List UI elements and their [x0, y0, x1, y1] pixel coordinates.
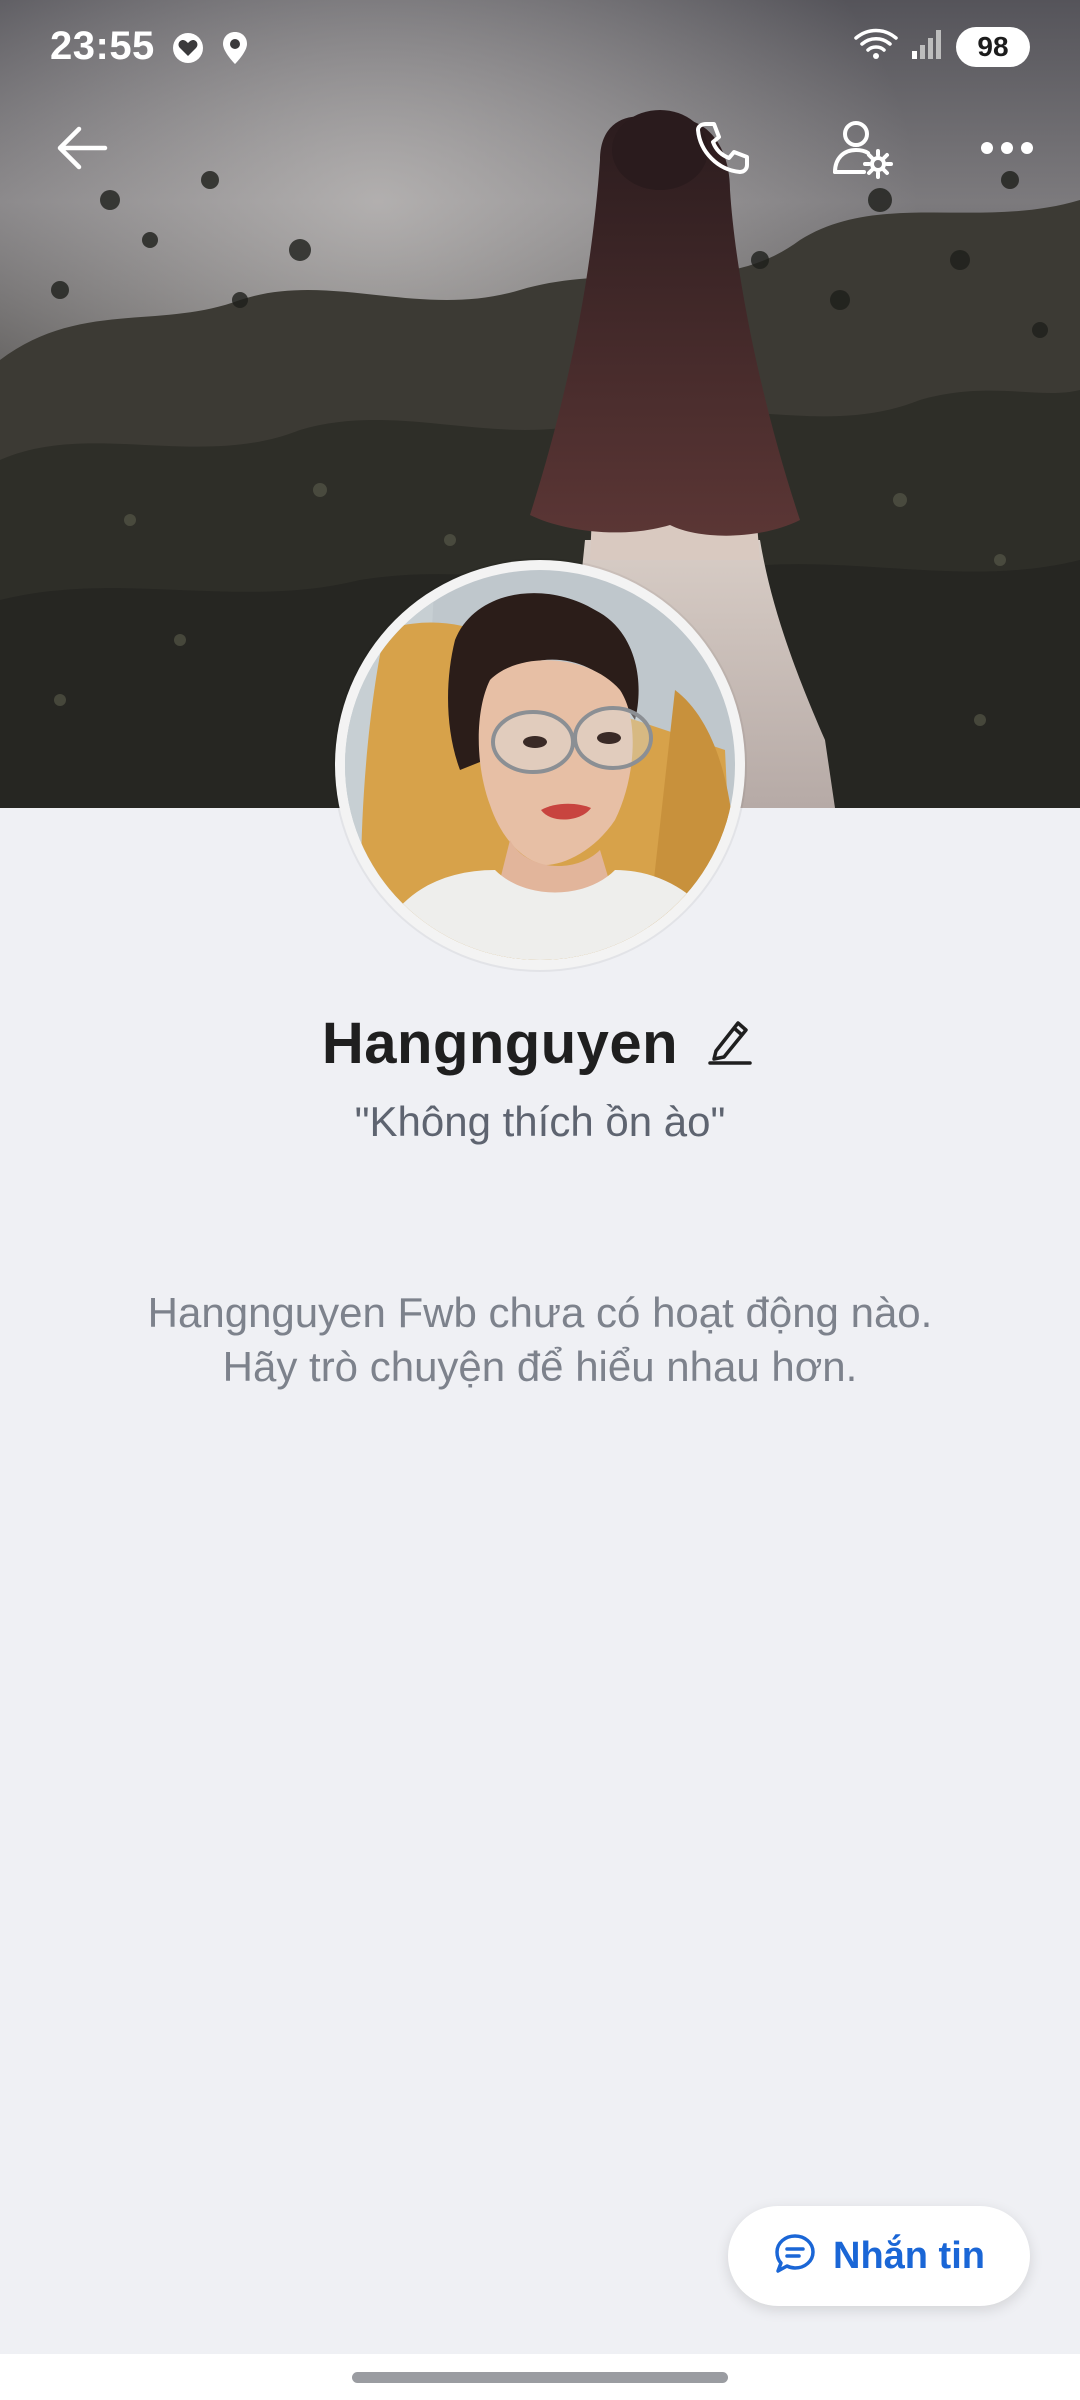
system-nav-bar [0, 2354, 1080, 2400]
profile-name-row: Hangnguyen [0, 1010, 1080, 1077]
pencil-icon [708, 1017, 752, 1070]
heart-notification-icon [170, 30, 206, 71]
avatar[interactable] [335, 560, 745, 970]
back-arrow-icon [53, 119, 111, 182]
back-button[interactable] [42, 110, 122, 190]
battery-indicator: 98 [956, 26, 1030, 67]
profile-name: Hangnguyen [321, 1011, 679, 1076]
avatar-photo [345, 570, 735, 960]
chat-bubble-icon [773, 2232, 817, 2281]
more-dots-icon [979, 138, 1035, 163]
status-time: 23:55 [50, 24, 155, 68]
empty-activity-message: Hangnguyen Fwb chưa có hoạt động nào. Hã… [60, 1286, 1020, 1394]
status-left-icons [170, 30, 250, 71]
profile-screen: 23:55 98 Hangnguyen "Không thích ồn ào" … [0, 0, 1080, 2400]
empty-message-line-2: Hãy trò chuyện để hiểu nhau hơn. [222, 1343, 858, 1390]
wifi-icon [854, 26, 898, 67]
profile-status-text: "Không thích ồn ào" [354, 1098, 726, 1145]
status-bar: 23:55 98 [0, 0, 1080, 100]
phone-icon [692, 118, 752, 183]
status-right-icons: 98 [854, 26, 1030, 67]
home-indicator[interactable] [352, 2372, 728, 2383]
send-message-label: Nhắn tin [833, 2234, 985, 2277]
location-pin-icon [220, 30, 250, 71]
signal-icon [910, 27, 944, 66]
user-settings-icon [830, 116, 894, 185]
edit-name-button[interactable] [702, 1016, 758, 1072]
more-button[interactable] [967, 110, 1047, 190]
send-message-button[interactable]: Nhắn tin [728, 2206, 1030, 2306]
empty-message-line-1: Hangnguyen Fwb chưa có hoạt động nào. [147, 1289, 933, 1336]
call-button[interactable] [682, 110, 762, 190]
profile-settings-button[interactable] [822, 110, 902, 190]
